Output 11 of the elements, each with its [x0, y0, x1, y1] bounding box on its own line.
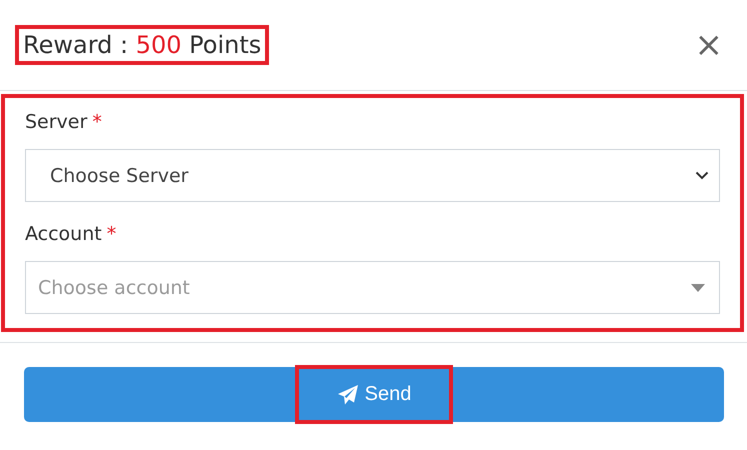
required-mark: * [106, 222, 116, 244]
send-button[interactable]: Send [24, 367, 724, 422]
field-label: Server [25, 110, 88, 132]
required-mark: * [92, 110, 102, 132]
caret-down-icon [691, 284, 705, 292]
server-select[interactable]: Choose Server [25, 149, 720, 202]
close-button[interactable]: × [690, 28, 727, 62]
chevron-down-icon [695, 171, 709, 180]
paper-plane-icon [336, 384, 359, 406]
field-label: Account [25, 222, 102, 244]
dialog-title: Reward : 500 Points [15, 25, 270, 65]
